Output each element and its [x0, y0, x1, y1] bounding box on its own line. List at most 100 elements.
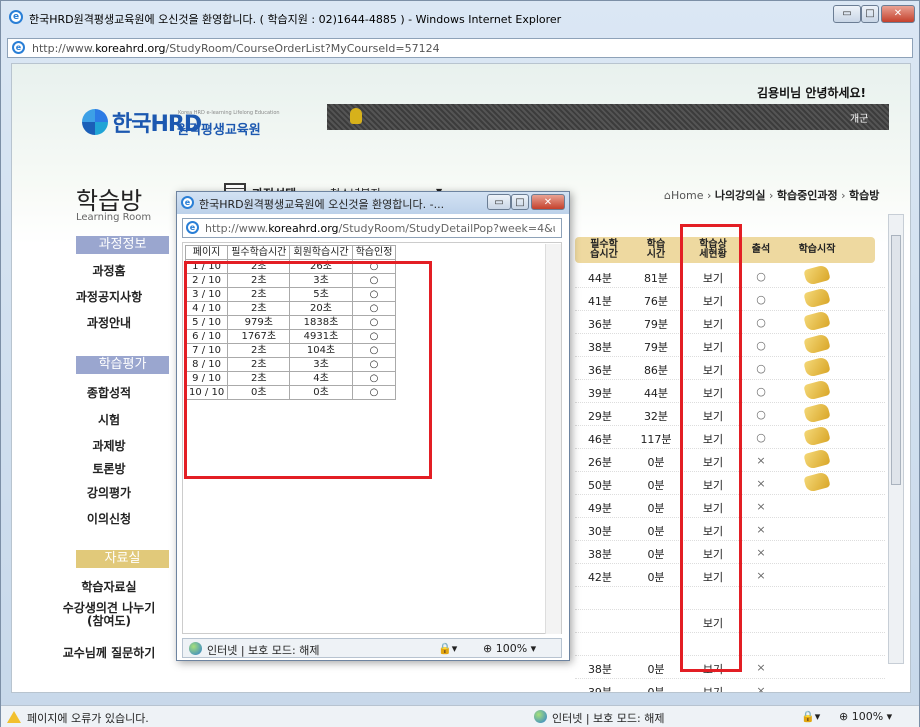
- study-start-icon[interactable]: [803, 448, 831, 470]
- col-member-time: 회원학습시간: [289, 245, 353, 260]
- required-time-cell: 30분: [587, 525, 613, 538]
- zoom-control[interactable]: ⊕ 100% ▾: [839, 710, 892, 723]
- study-start-icon[interactable]: [803, 356, 831, 378]
- breadcrumb-home[interactable]: Home: [671, 189, 703, 202]
- study-time-cell: 0분: [647, 479, 665, 492]
- breadcrumb-study-room[interactable]: 학습방: [849, 189, 879, 202]
- scrollbar-thumb[interactable]: [891, 235, 901, 485]
- popup-zone-text: 인터넷 | 보호 모드: 해제: [207, 644, 320, 657]
- sidebar-item-course-home[interactable]: 과정홈: [34, 262, 184, 279]
- popup-maximize-button[interactable]: □: [511, 194, 529, 210]
- breadcrumb: ⌂Home › 나의강의실 › 학습중인과정 › 학습방: [664, 189, 880, 202]
- study-start-icon[interactable]: [803, 471, 831, 493]
- required-time-cell: 36분: [587, 364, 613, 377]
- popup-address-url[interactable]: http://www.koreahrd.org/StudyRoom/StudyD…: [205, 222, 555, 235]
- sidebar-item-lecture-eval[interactable]: 강의평가: [34, 484, 184, 501]
- breadcrumb-my-class[interactable]: 나의강의실: [715, 189, 766, 202]
- required-time-cell: 46분: [587, 433, 613, 446]
- sidebar-item-total-grade[interactable]: 종합성적: [34, 384, 184, 401]
- required-time-cell: 49분: [587, 502, 613, 515]
- popup-address-bar[interactable]: e http://www.koreahrd.org/StudyRoom/Stud…: [182, 218, 562, 238]
- status-text[interactable]: 페이지에 오류가 있습니다.: [27, 710, 149, 726]
- maximize-button[interactable]: □: [861, 5, 879, 23]
- zoom-control[interactable]: ⊕ 100% ▾: [483, 642, 536, 655]
- attendance-cell: ×: [756, 477, 766, 490]
- popup-scrollbar[interactable]: [545, 244, 561, 634]
- sidebar-item-discussion[interactable]: 토론방: [34, 460, 184, 477]
- address-bar[interactable]: e http://www.koreahrd.org/StudyRoom/Cour…: [7, 38, 913, 58]
- attendance-cell: ○: [756, 339, 766, 352]
- header-study-time: 학습 시간: [646, 239, 666, 260]
- sidebar-item-exam[interactable]: 시험: [34, 411, 184, 428]
- detail-view-link[interactable]: 보기: [685, 684, 741, 692]
- study-time-cell: 0분: [647, 502, 665, 515]
- sidebar-item-course-notice[interactable]: 과정공지사항: [34, 288, 184, 305]
- required-time-cell: 39분: [587, 686, 613, 693]
- highlight-detail-column: [680, 224, 742, 672]
- study-start-icon[interactable]: [803, 425, 831, 447]
- sidebar-item-ask-professor[interactable]: 교수님께 질문하기: [34, 644, 184, 661]
- globe-icon: [189, 642, 202, 655]
- ie-icon: e: [181, 196, 194, 209]
- warning-icon[interactable]: [7, 711, 21, 723]
- section-evaluation: 학습평가: [76, 356, 169, 374]
- study-time-cell: 76분: [643, 295, 669, 308]
- study-start-icon[interactable]: [803, 310, 831, 332]
- attendance-cell: ×: [756, 684, 766, 693]
- study-time-cell: 32분: [643, 410, 669, 423]
- header-attendance: 출석: [751, 244, 771, 255]
- study-time-cell: 79분: [643, 341, 669, 354]
- address-url[interactable]: http://www.koreahrd.org/StudyRoom/Course…: [32, 42, 440, 55]
- highlight-popup-table: [184, 261, 432, 479]
- table-row: 39분 0분 보기 ×: [575, 679, 885, 693]
- study-start-icon[interactable]: [803, 333, 831, 355]
- study-time-cell: 117분: [640, 433, 672, 446]
- study-start-icon[interactable]: [803, 264, 831, 286]
- security-icon[interactable]: 🔒▾: [438, 642, 457, 655]
- study-time-cell: 44분: [643, 387, 669, 400]
- security-icon[interactable]: 🔒▾: [801, 710, 820, 723]
- microphone-icon: [350, 108, 362, 124]
- popup-minimize-button[interactable]: ▭: [487, 194, 511, 210]
- study-start-icon[interactable]: [803, 379, 831, 401]
- section-course-info: 과정정보: [76, 236, 169, 254]
- col-required-time: 필수학습시간: [227, 245, 291, 260]
- study-start-icon[interactable]: [803, 402, 831, 424]
- attendance-cell: ×: [756, 546, 766, 559]
- breadcrumb-current-course[interactable]: 학습중인과정: [777, 189, 838, 202]
- home-icon[interactable]: ⌂: [664, 189, 671, 202]
- required-time-cell: 38분: [587, 663, 613, 676]
- sidebar-item-materials[interactable]: 학습자료실: [34, 578, 184, 595]
- sidebar-item-appeal[interactable]: 이의신청: [34, 510, 184, 527]
- page-scrollbar[interactable]: [888, 214, 904, 664]
- ie-icon: e: [9, 10, 23, 24]
- study-time-cell: 81분: [643, 272, 669, 285]
- globe-icon: [534, 710, 547, 723]
- logo-icon: [82, 109, 108, 135]
- sidebar-subtitle: Learning Room: [76, 212, 152, 223]
- section-resources: 자료실: [76, 550, 169, 568]
- minimize-button[interactable]: ▭: [833, 5, 861, 23]
- logo-tagline: Korea HRD e-learning Lifelong Education: [178, 110, 280, 116]
- required-time-cell: 38분: [587, 341, 613, 354]
- attendance-cell: ○: [756, 316, 766, 329]
- attendance-cell: ×: [756, 661, 766, 674]
- attendance-cell: ×: [756, 500, 766, 513]
- required-time-cell: 26분: [587, 456, 613, 469]
- required-time-cell: 44분: [587, 272, 613, 285]
- popup-close-button[interactable]: ✕: [531, 194, 565, 210]
- logo-subtitle: 원격평생교육원: [177, 123, 261, 138]
- study-start-icon[interactable]: [803, 287, 831, 309]
- required-time-cell: 29분: [587, 410, 613, 423]
- attendance-cell: ○: [756, 362, 766, 375]
- study-time-cell: 79분: [643, 318, 669, 331]
- sidebar-item-opinions[interactable]: 수강생의견 나누기 (참여도): [34, 602, 184, 628]
- attendance-cell: ○: [756, 270, 766, 283]
- study-time-cell: 0분: [647, 525, 665, 538]
- sidebar-item-course-guide[interactable]: 과정안내: [34, 314, 184, 331]
- sidebar-item-assignment[interactable]: 과제방: [34, 437, 184, 454]
- close-button[interactable]: ✕: [881, 5, 915, 23]
- window-title: 한국HRD원격평생교육원에 오신것을 환영합니다. ( 학습지원 : 02)16…: [29, 13, 562, 26]
- study-time-cell: 0분: [647, 548, 665, 561]
- status-bar: 페이지에 오류가 있습니다. 인터넷 | 보호 모드: 해제 🔒▾ ⊕ 100%…: [1, 705, 919, 727]
